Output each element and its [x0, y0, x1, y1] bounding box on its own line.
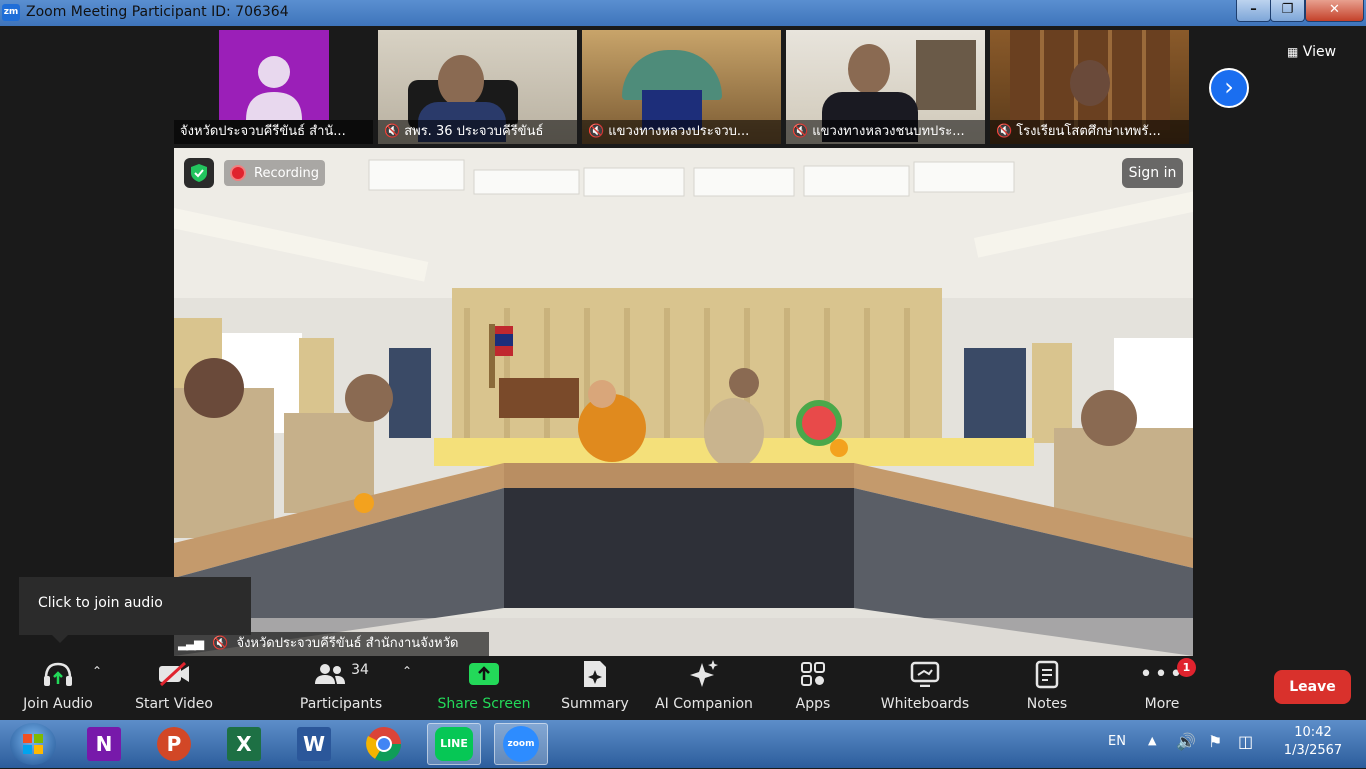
- time: 10:42: [1294, 725, 1332, 740]
- summary-button[interactable]: Summary: [558, 656, 632, 720]
- participants-button[interactable]: 34 Participants: [296, 656, 386, 720]
- apps-icon: [786, 656, 840, 692]
- mic-muted-icon: 🔇: [996, 124, 1013, 139]
- meeting-room-scene: [174, 148, 1193, 656]
- share-screen-button[interactable]: Share Screen: [436, 656, 532, 720]
- record-icon: [230, 165, 246, 181]
- ai-companion-button[interactable]: AI Companion: [652, 656, 756, 720]
- signal-strength-icon: ▂▃▅: [178, 636, 204, 651]
- speaker-name-label: ▂▃▅ 🔇 จังหวัดประจวบคีรีขันธ์ สำนักงานจัง…: [174, 632, 489, 656]
- mic-muted-icon: 🔇: [792, 124, 809, 139]
- mic-muted-icon: 🔇: [384, 124, 401, 139]
- person-head: [438, 55, 484, 107]
- mic-muted-icon: 🔇: [212, 636, 229, 651]
- participant-thumbnail[interactable]: จังหวัดประจวบคีรีขันธ์ สำนั...: [174, 30, 373, 144]
- main-video[interactable]: Recording Sign in ▂▃▅ 🔇 จังหวัดประจวบคีร…: [174, 148, 1193, 656]
- grid-icon: ▦: [1287, 45, 1299, 59]
- person-head: [848, 44, 890, 94]
- line-icon[interactable]: LINE: [427, 723, 481, 765]
- participant-name: 🔇 แขวงทางหลวงชนบทประ...: [786, 120, 985, 144]
- close-button[interactable]: ✕: [1305, 0, 1364, 22]
- meeting-toolbar: Join Audio ⌃ Start Video 34 Participants…: [0, 656, 1366, 720]
- start-video-button[interactable]: Start Video: [130, 656, 218, 720]
- participants-count: 34: [351, 662, 369, 678]
- maximize-button[interactable]: ❐: [1270, 0, 1305, 22]
- participant-thumbnail[interactable]: 🔇 แขวงทางหลวงชนบทประ...: [786, 30, 985, 144]
- leave-button[interactable]: Leave: [1274, 670, 1351, 704]
- zoom-icon[interactable]: zoom: [494, 723, 548, 765]
- windows-start-icon[interactable]: [10, 723, 56, 765]
- whiteboards-button[interactable]: Whiteboards: [876, 656, 974, 720]
- participant-name: 🔇 สพร. 36 ประจวบคีรีขันธ์: [378, 120, 577, 144]
- word-icon[interactable]: W: [287, 723, 341, 765]
- whiteboard-icon: [876, 656, 974, 692]
- recording-indicator[interactable]: Recording: [224, 160, 326, 186]
- volume-icon[interactable]: 🔊: [1176, 732, 1196, 751]
- share-screen-icon: [436, 656, 532, 692]
- avatar-icon: [246, 56, 302, 120]
- participant-name: จังหวัดประจวบคีรีขันธ์ สำนั...: [174, 120, 373, 144]
- join-audio-button[interactable]: Join Audio: [18, 656, 98, 720]
- action-center-flag-icon[interactable]: ⚑: [1208, 732, 1222, 751]
- sign-in-button[interactable]: Sign in: [1122, 158, 1183, 188]
- network-icon[interactable]: ◫: [1238, 732, 1253, 751]
- mic-muted-icon: 🔇: [588, 124, 605, 139]
- title-bar: zm Zoom Meeting Participant ID: 706364 –…: [0, 0, 1366, 26]
- tooltip-arrow: [52, 635, 68, 643]
- notes-icon: [1020, 656, 1074, 692]
- onenote-icon[interactable]: N: [77, 723, 131, 765]
- next-page-button[interactable]: ›: [1209, 68, 1249, 108]
- participants-icon: [315, 664, 346, 684]
- video-off-icon: [130, 656, 218, 692]
- window-title: Zoom Meeting Participant ID: 706364: [26, 4, 289, 20]
- windows-taskbar: N P X W LINE zoom EN ▲ 🔊 ⚑ ◫ 10:42 1/3/2…: [0, 720, 1366, 768]
- person-head: [1070, 60, 1110, 106]
- powerpoint-icon[interactable]: P: [147, 723, 201, 765]
- show-hidden-icons-icon[interactable]: ▲: [1148, 734, 1156, 747]
- security-shield-icon[interactable]: [184, 158, 214, 188]
- participant-thumbnail[interactable]: 🔇 โรงเรียนโสตศึกษาเทพรั...: [990, 30, 1189, 144]
- notes-button[interactable]: Notes: [1020, 656, 1074, 720]
- summary-icon: [558, 656, 632, 692]
- join-audio-tooltip: Click to join audio: [19, 577, 251, 635]
- participant-name: 🔇 โรงเรียนโสตศึกษาเทพรั...: [990, 120, 1189, 144]
- participant-name: 🔇 แขวงทางหลวงประจวบ...: [582, 120, 781, 144]
- participants-chevron-icon[interactable]: ⌃: [400, 664, 414, 684]
- chrome-icon[interactable]: [357, 723, 411, 765]
- apps-button[interactable]: Apps: [786, 656, 840, 720]
- participant-thumbnail[interactable]: 🔇 แขวงทางหลวงประจวบ...: [582, 30, 781, 144]
- sparkle-icon: [652, 656, 756, 692]
- participant-thumbnail[interactable]: 🔇 สพร. 36 ประจวบคีรีขันธ์: [378, 30, 577, 144]
- view-button[interactable]: ▦ View: [1287, 39, 1355, 65]
- audio-options-chevron-icon[interactable]: ⌃: [90, 664, 104, 684]
- excel-icon[interactable]: X: [217, 723, 271, 765]
- language-indicator[interactable]: EN: [1108, 734, 1126, 749]
- date: 1/3/2567: [1283, 743, 1343, 758]
- clock[interactable]: 10:42 1/3/2567: [1280, 725, 1346, 758]
- meeting-stage: จังหวัดประจวบคีรีขันธ์ สำนั... 🔇 สพร. 36 …: [0, 26, 1366, 656]
- minimize-button[interactable]: –: [1236, 0, 1271, 22]
- zoom-app-icon: zm: [2, 4, 20, 21]
- more-notification-badge: 1: [1177, 658, 1196, 677]
- headphones-icon: [18, 656, 98, 692]
